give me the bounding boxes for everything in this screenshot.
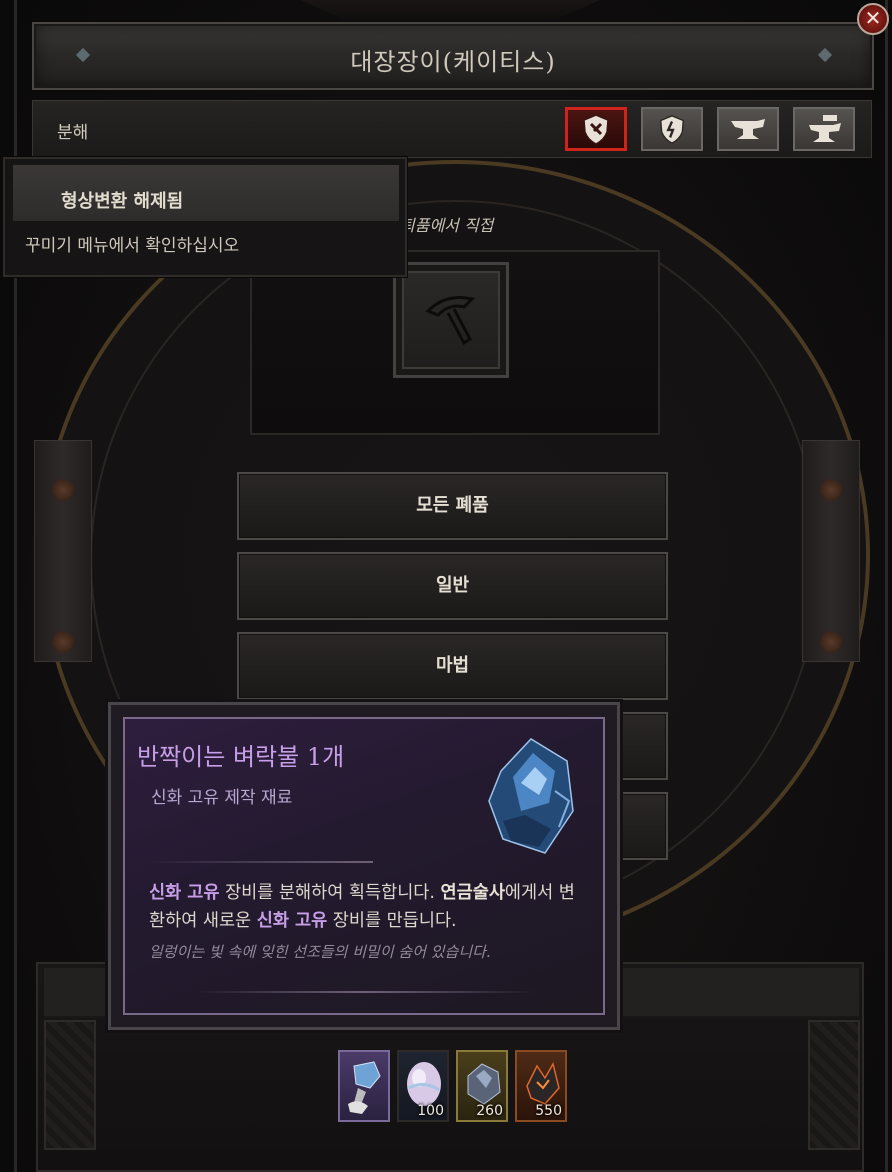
shield-upgrade-icon — [659, 115, 685, 144]
divider — [147, 861, 373, 863]
title-bar: 대장장이(케이티스) — [32, 22, 874, 90]
mythic-keyword: 신화 고유 — [149, 883, 220, 903]
material-slot[interactable] — [338, 1050, 390, 1122]
tab-bar-label: 분해 — [57, 123, 89, 143]
left-pillar — [34, 440, 92, 662]
unlock-tooltip: 형상변환 해제됨 꾸미기 메뉴에서 확인하십시오 — [3, 157, 407, 277]
item-tooltip: 반짝이는 벼락불 1개 신화 고유 제작 재료 신화 고유 장비를 분해하여 획… — [108, 702, 620, 1030]
salvage-info-text: 퇴품에서 직접 — [400, 216, 494, 235]
anvil-icon — [731, 119, 765, 139]
salvage-magic-button[interactable]: 마법 — [237, 632, 668, 700]
salvage-shield-icon — [583, 114, 609, 145]
hammer-icon — [425, 296, 475, 346]
salvage-all-junk-button[interactable]: 모든 폐품 — [237, 472, 668, 540]
corner-ornament — [44, 1020, 96, 1150]
material-count: 100 — [417, 1103, 444, 1119]
tab-bar: 분해 — [32, 100, 872, 158]
unlock-tooltip-body: 꾸미기 메뉴에서 확인하십시오 — [25, 236, 240, 256]
tab-anvil[interactable] — [717, 107, 779, 151]
desc-text: 장비를 분해하여 획득합니다. — [219, 883, 441, 903]
shimmering-crystal-icon — [488, 738, 574, 854]
tab-salvage[interactable] — [565, 107, 627, 151]
unlock-tooltip-title: 형상변환 해제됨 — [61, 191, 184, 212]
material-slot[interactable]: 100 — [397, 1050, 449, 1122]
item-flavor-text: 일렁이는 빛 속에 잊힌 선조들의 비밀이 숨어 있습니다. — [149, 943, 491, 961]
tab-imprint[interactable] — [793, 107, 855, 151]
right-pillar — [802, 440, 860, 662]
corner-ornament — [808, 1020, 860, 1150]
divider — [195, 991, 535, 993]
item-rarity-label: 신화 고유 제작 재료 — [151, 788, 293, 808]
item-tooltip-body: 반짝이는 벼락불 1개 신화 고유 제작 재료 신화 고유 장비를 분해하여 획… — [123, 717, 605, 1015]
item-description: 신화 고유 장비를 분해하여 획득합니다. 연금술사에게서 변환하여 새로운 신… — [149, 879, 589, 935]
window-title: 대장장이(케이티스) — [350, 48, 556, 76]
alchemist-keyword: 연금술사 — [440, 883, 505, 903]
material-slot[interactable]: 260 — [456, 1050, 508, 1122]
desc-text: 장비를 만듭니다. — [327, 911, 457, 931]
mythic-keyword: 신화 고유 — [256, 911, 328, 931]
salvage-hammer-slot[interactable] — [393, 262, 509, 378]
anvil-hammer-icon — [809, 115, 841, 142]
item-name: 반짝이는 벼락불 1개 — [137, 743, 345, 771]
tab-upgrade[interactable] — [641, 107, 703, 151]
close-button[interactable]: ✕ — [857, 3, 889, 35]
material-slot[interactable]: 550 — [515, 1050, 567, 1122]
salvage-common-button[interactable]: 일반 — [237, 552, 668, 620]
material-count: 550 — [535, 1103, 562, 1119]
material-count: 260 — [476, 1103, 503, 1119]
shimmering-hammer-icon — [348, 1061, 381, 1114]
